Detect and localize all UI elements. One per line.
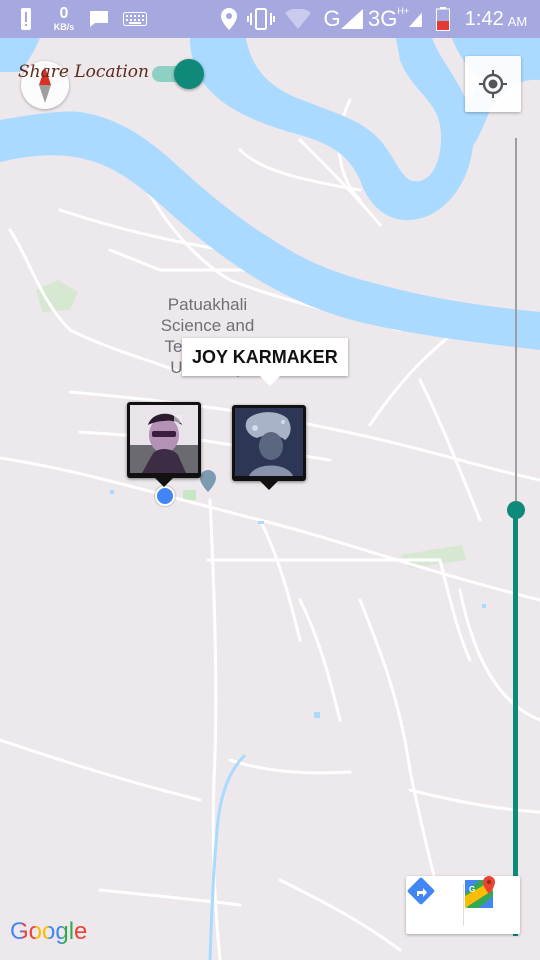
signal-g: G [320, 0, 366, 38]
my-location-dot [155, 486, 175, 506]
pond [258, 521, 264, 524]
google-maps-icon: G [465, 876, 495, 908]
signal-icon-2 [409, 12, 422, 28]
share-location-label: Share Location [18, 62, 149, 82]
signal-3g: 3G H+ [368, 0, 422, 38]
share-location-toggle-thumb[interactable] [174, 59, 204, 89]
map-tiles [0, 38, 540, 960]
my-location-icon [479, 70, 507, 98]
signal-icon [340, 9, 363, 29]
zoom-slider-track[interactable] [515, 138, 517, 510]
map-view[interactable]: Patuakhali Science and Technology Univer… [0, 38, 540, 960]
roads [0, 98, 540, 960]
alert-icon [14, 0, 38, 38]
net-speed-unit: KB/s [53, 22, 75, 32]
park-area [36, 280, 78, 312]
my-location-button[interactable] [465, 56, 521, 112]
place-marker-icon [200, 470, 216, 492]
place-label-line: Patuakhali [167, 295, 248, 314]
svg-text:G: G [469, 885, 475, 894]
pond [314, 712, 320, 718]
info-window-title: JOY KARMAKER [192, 347, 338, 367]
pond [110, 490, 114, 494]
network-g-label: G [323, 6, 341, 31]
river-bend [190, 38, 474, 221]
google-logo-text: Google [10, 918, 88, 945]
map-toolbar: G [406, 876, 520, 934]
zoom-slider-fill[interactable] [513, 510, 518, 936]
network-3g-label: 3G [368, 6, 398, 31]
vibrate-icon [246, 0, 276, 38]
google-attribution[interactable]: Google [10, 918, 87, 946]
clock: 1:42 AM [460, 0, 532, 38]
zoom-slider-thumb[interactable] [507, 501, 525, 519]
user-marker[interactable] [127, 402, 201, 487]
pond [482, 604, 486, 608]
location-pin-icon [218, 0, 240, 38]
status-ampm: AM [507, 13, 528, 29]
directions-button[interactable] [406, 876, 463, 934]
network-speed: 0 KB/s [46, 0, 82, 38]
info-window[interactable]: JOY KARMAKER [182, 338, 348, 386]
status-time: 1:42 [464, 7, 504, 30]
park-area [183, 490, 196, 500]
avatar [235, 408, 303, 476]
open-google-maps-button[interactable]: G [463, 876, 520, 934]
status-bar: 0 KB/s G 3G H+ 1:42 AM [0, 0, 540, 38]
keyboard-icon [122, 0, 148, 38]
battery-icon [434, 0, 452, 38]
network-3g-sup: H+ [397, 6, 410, 16]
place-label-line: Science and [160, 316, 255, 335]
wifi-icon [284, 0, 312, 38]
avatar [130, 405, 198, 473]
message-icon [88, 0, 110, 38]
directions-icon [407, 877, 435, 905]
net-speed-value: 0 [59, 5, 69, 22]
user-marker[interactable] [232, 405, 306, 490]
